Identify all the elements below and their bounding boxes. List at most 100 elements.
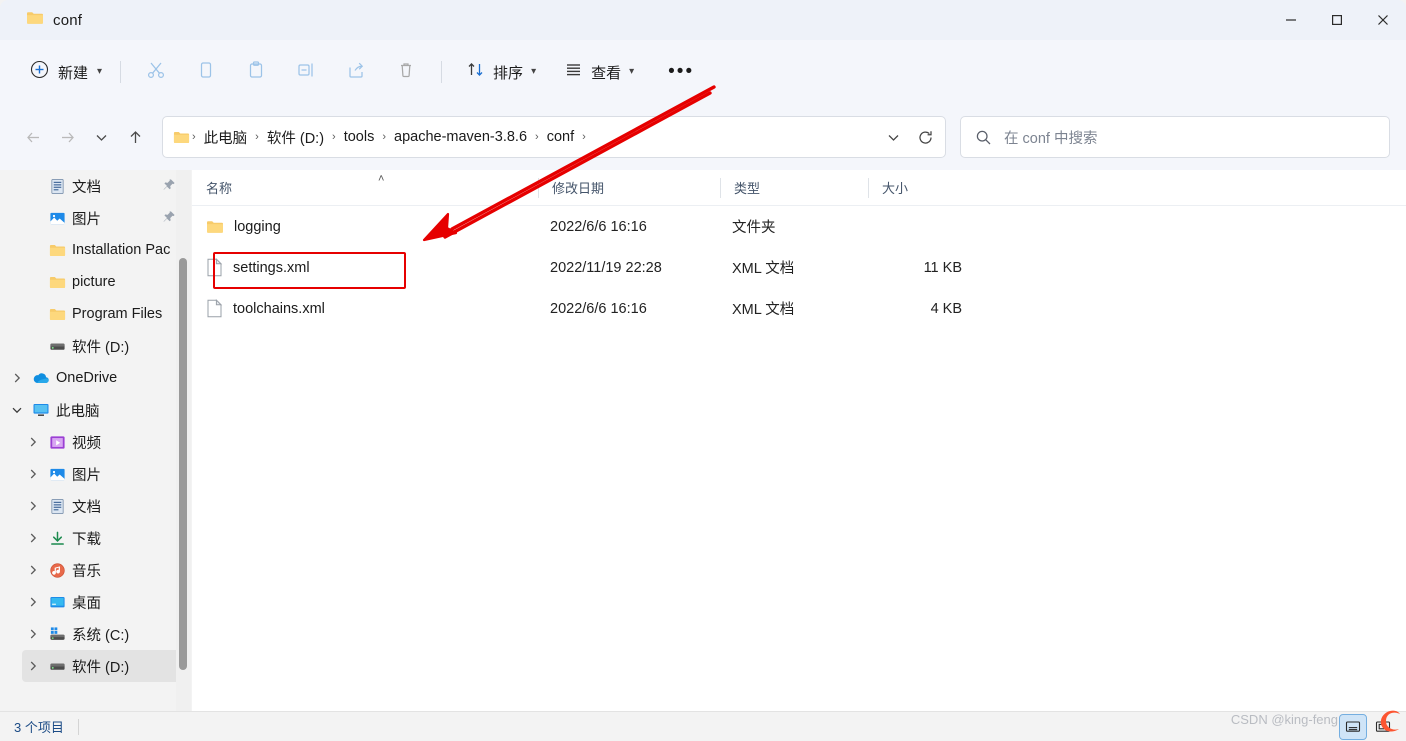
column-header-type[interactable]: 类型 xyxy=(720,176,868,200)
document-icon xyxy=(44,178,70,195)
chevron-right-icon[interactable] xyxy=(22,436,44,448)
file-date-cell: 2022/11/19 22:28 xyxy=(550,259,662,276)
cut-button[interactable] xyxy=(136,54,176,90)
sidebar-item-3[interactable]: picture xyxy=(22,266,184,298)
sidebar-item-9[interactable]: 图片 xyxy=(22,458,184,490)
plus-circle-icon xyxy=(30,60,49,84)
rename-button[interactable] xyxy=(286,54,326,90)
folder-tab[interactable]: conf xyxy=(16,4,92,36)
sidebar-item-0[interactable]: 文档 xyxy=(22,170,184,202)
sort-button[interactable]: 排序 ▾ xyxy=(456,54,546,90)
sidebar-item-label: 此电脑 xyxy=(56,403,100,420)
breadcrumb-item[interactable]: 此电脑 xyxy=(198,124,254,151)
breadcrumb-separator: › xyxy=(332,131,336,143)
table-row[interactable]: settings.xml 2022/11/19 22:28 XML 文档 11 KB xyxy=(198,247,1400,288)
column-header-name[interactable]: 名称 xyxy=(192,176,538,200)
table-row[interactable]: toolchains.xml 2022/6/6 16:16 XML 文档 4 KB xyxy=(198,288,1400,329)
sidebar-item-11[interactable]: 下载 xyxy=(22,522,184,554)
details-view-button[interactable] xyxy=(1339,714,1367,740)
address-bar[interactable]: › 此电脑 › 软件 (D:) › tools › apache-maven-3.8.6 › co… xyxy=(162,116,946,158)
share-button[interactable] xyxy=(336,54,376,90)
sidebar-item-4[interactable]: Program Files xyxy=(22,298,184,330)
search-input[interactable]: 在 conf 中搜索 xyxy=(960,116,1390,158)
sidebar-item-10[interactable]: 文档 xyxy=(22,490,184,522)
sidebar-item-15[interactable]: 软件 (D:) xyxy=(22,650,184,682)
address-bar-controls xyxy=(877,121,941,153)
music-icon xyxy=(44,562,70,579)
sort-icon xyxy=(466,60,485,84)
trash-icon xyxy=(396,60,416,85)
file-name-cell: logging xyxy=(198,218,544,236)
chevron-right-icon[interactable] xyxy=(22,596,44,608)
breadcrumb-item[interactable]: conf xyxy=(541,126,580,148)
more-options-button[interactable]: ••• xyxy=(662,54,700,90)
chevron-right-icon[interactable] xyxy=(22,628,44,640)
desktop-icon xyxy=(44,594,70,611)
pin-icon[interactable] xyxy=(162,178,176,197)
onedrive-icon xyxy=(28,369,54,387)
up-button[interactable] xyxy=(118,120,152,154)
sidebar-item-label: 视频 xyxy=(72,435,101,452)
copy-icon xyxy=(196,60,216,85)
breadcrumb-item[interactable]: tools xyxy=(338,126,381,148)
column-header-date[interactable]: 修改日期 xyxy=(538,176,720,200)
forward-button[interactable] xyxy=(50,120,84,154)
new-button-label: 新建 xyxy=(58,64,89,82)
list-lines-icon xyxy=(564,60,583,84)
view-button-label: 查看 xyxy=(591,64,622,82)
chevron-down-icon[interactable] xyxy=(6,404,28,416)
xml-file-icon xyxy=(206,299,223,318)
chevron-right-icon[interactable] xyxy=(22,500,44,512)
chevron-right-icon[interactable] xyxy=(22,468,44,480)
share-icon xyxy=(346,60,366,85)
sidebar-item-8[interactable]: 视频 xyxy=(22,426,184,458)
view-button[interactable]: 查看 ▾ xyxy=(554,54,644,90)
sidebar-item-label: 软件 (D:) xyxy=(72,339,130,356)
windows-drive-icon xyxy=(44,626,70,643)
sidebar-item-12[interactable]: 音乐 xyxy=(22,554,184,586)
status-divider xyxy=(77,718,79,735)
xml-file-icon xyxy=(206,258,223,277)
table-row[interactable]: logging 2022/6/6 16:16 文件夹 xyxy=(198,206,1400,247)
refresh-button[interactable] xyxy=(909,121,941,153)
folder-icon xyxy=(206,218,224,236)
breadcrumb-item[interactable]: 软件 (D:) xyxy=(261,124,330,151)
chevron-down-icon: ▾ xyxy=(531,66,537,77)
chevron-right-icon[interactable] xyxy=(6,372,28,384)
column-header-size[interactable]: 大小 xyxy=(868,176,972,200)
paste-button[interactable] xyxy=(236,54,276,90)
chevron-right-icon[interactable] xyxy=(22,660,44,672)
paste-icon xyxy=(246,60,266,85)
maximize-button[interactable] xyxy=(1314,0,1360,40)
new-button[interactable]: 新建 ▾ xyxy=(24,55,110,89)
copy-button[interactable] xyxy=(186,54,226,90)
sidebar-scrollbar-thumb[interactable] xyxy=(179,258,187,670)
file-list-pane: 名称 修改日期 类型 大小 ˄ logging 2022/6/6 16:16 文件夹… xyxy=(192,170,1406,711)
file-name-cell: toolchains.xml xyxy=(198,299,544,318)
sidebar-item-2[interactable]: Installation Pac xyxy=(22,234,184,266)
recent-locations-button[interactable] xyxy=(84,120,118,154)
sidebar-item-13[interactable]: 桌面 xyxy=(22,586,184,618)
sidebar-item-14[interactable]: 系统 (C:) xyxy=(22,618,184,650)
chevron-right-icon[interactable] xyxy=(22,532,44,544)
sidebar-item-1[interactable]: 图片 xyxy=(22,202,184,234)
breadcrumb-separator: › xyxy=(535,131,539,143)
back-button[interactable] xyxy=(16,120,50,154)
minimize-button[interactable] xyxy=(1268,0,1314,40)
sidebar-scrollbar[interactable] xyxy=(176,170,191,711)
pin-icon[interactable] xyxy=(162,210,176,229)
breadcrumb-item[interactable]: apache-maven-3.8.6 xyxy=(388,126,533,148)
address-dropdown-button[interactable] xyxy=(877,121,909,153)
picture-icon xyxy=(44,466,70,483)
file-name-label: logging xyxy=(234,218,281,235)
sidebar-item-5[interactable]: 软件 (D:) xyxy=(22,330,184,362)
close-button[interactable] xyxy=(1360,0,1406,40)
chevron-right-icon[interactable] xyxy=(22,564,44,576)
sidebar-item-6[interactable]: OneDrive xyxy=(6,362,184,394)
file-name-label: settings.xml xyxy=(233,259,310,276)
delete-button[interactable] xyxy=(386,54,426,90)
sidebar-item-label: 桌面 xyxy=(72,595,101,612)
sidebar-item-7[interactable]: 此电脑 xyxy=(6,394,184,426)
file-rows: logging 2022/6/6 16:16 文件夹 settings.xml 2022… xyxy=(192,206,1406,329)
file-size-cell: 11 KB xyxy=(923,259,962,276)
